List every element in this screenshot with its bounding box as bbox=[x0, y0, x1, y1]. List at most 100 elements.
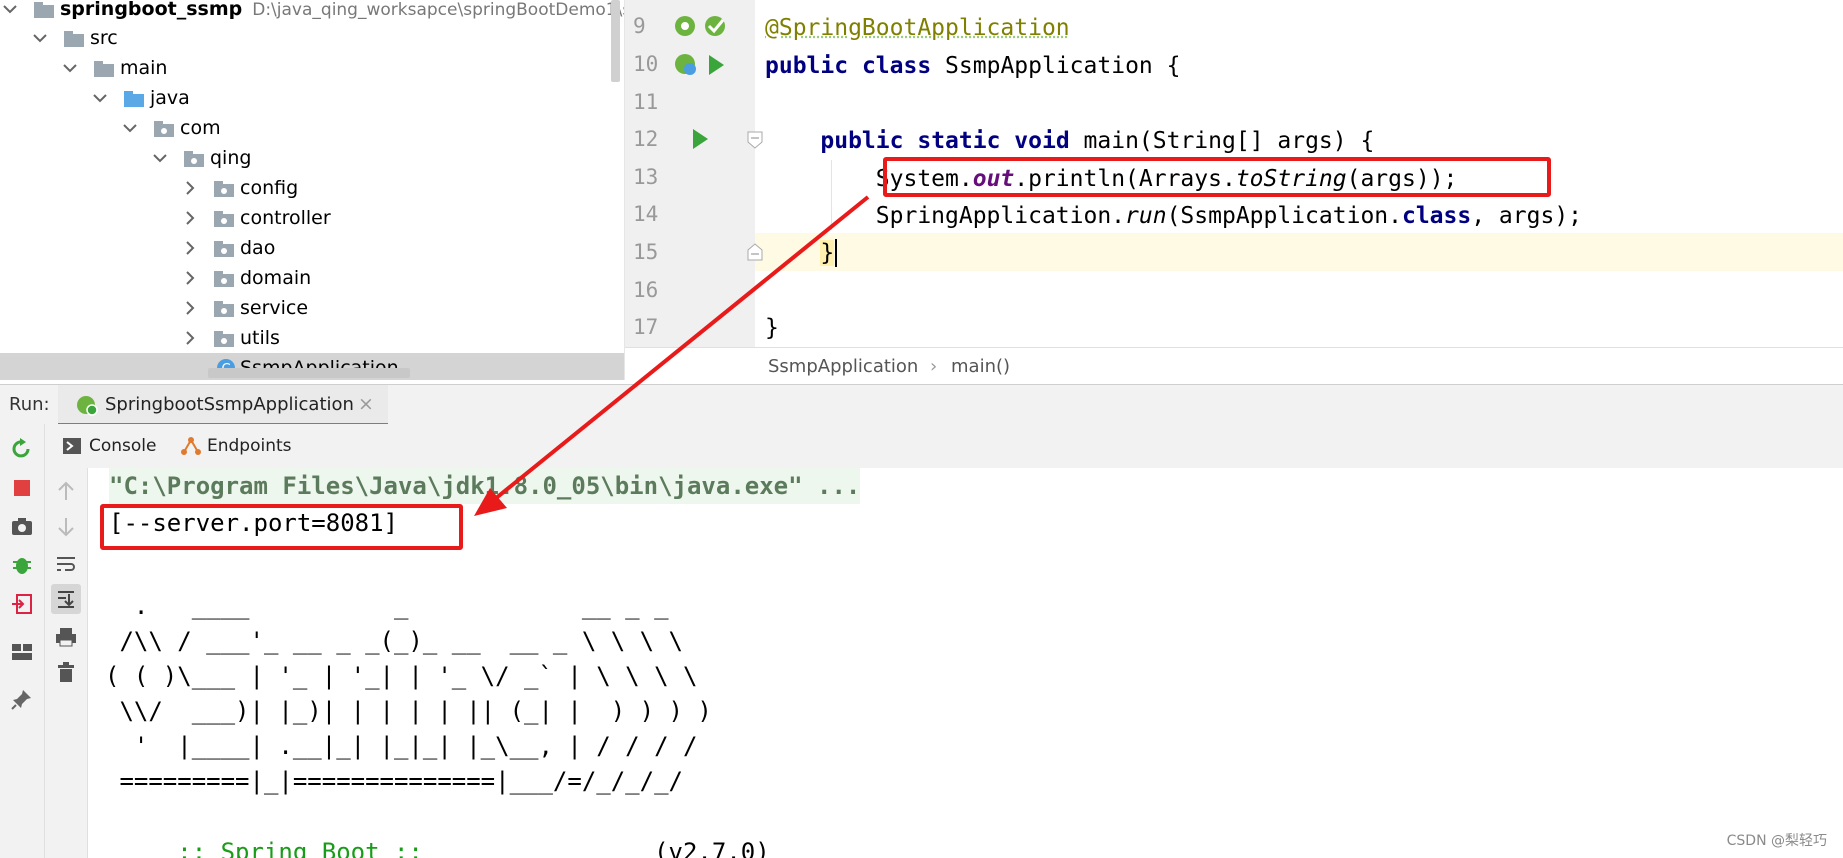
text-caret bbox=[835, 238, 838, 267]
console-icon bbox=[63, 438, 81, 459]
tab-endpoints[interactable]: Endpoints bbox=[180, 430, 300, 464]
breadcrumb: SsmpApplication › main() bbox=[625, 347, 1843, 384]
line-number: 14 bbox=[633, 202, 659, 226]
tree-item-label: dao bbox=[240, 237, 276, 259]
code-text: , args); bbox=[1471, 202, 1583, 229]
tree-item-label: qing bbox=[210, 147, 252, 169]
tree-item-java[interactable]: java bbox=[0, 83, 624, 113]
project-tree-panel: springboot_ssmp D:\java_qing_worksapce\sp… bbox=[0, 0, 625, 380]
print-icon[interactable] bbox=[55, 626, 77, 648]
debug-bug-icon[interactable] bbox=[11, 554, 33, 576]
rerun-icon[interactable] bbox=[11, 438, 33, 460]
arrow-up-icon[interactable] bbox=[55, 480, 77, 502]
tree-item-src[interactable]: src bbox=[0, 23, 624, 53]
tab-console[interactable]: Console bbox=[63, 430, 169, 464]
package-icon bbox=[214, 270, 234, 287]
keyword: public bbox=[820, 127, 904, 154]
code-line-15: } bbox=[765, 234, 838, 271]
code-text: SsmpApplication { bbox=[931, 52, 1181, 79]
trash-icon[interactable] bbox=[55, 661, 77, 683]
tree-item-qing[interactable]: qing bbox=[0, 143, 624, 173]
chevron-down-icon[interactable] bbox=[62, 60, 78, 76]
chevron-down-icon[interactable] bbox=[32, 30, 48, 46]
run-left-toolbar bbox=[0, 424, 45, 858]
highlight-box-args-output bbox=[100, 504, 463, 550]
console-toolbar bbox=[45, 468, 88, 858]
scroll-to-end-icon[interactable] bbox=[51, 584, 81, 614]
line-number: 11 bbox=[633, 90, 659, 114]
keyword: class bbox=[861, 52, 932, 79]
tree-item-label: src bbox=[90, 27, 118, 49]
tree-item-label: utils bbox=[240, 327, 280, 349]
project-root-name: springboot_ssmp bbox=[60, 0, 243, 20]
code-line-9: @SpringBootApplication bbox=[765, 9, 1070, 46]
camera-icon[interactable] bbox=[11, 515, 33, 537]
chevron-down-icon[interactable] bbox=[2, 1, 18, 17]
package-icon bbox=[214, 240, 234, 257]
close-icon[interactable]: × bbox=[358, 393, 374, 415]
run-icon[interactable] bbox=[691, 128, 709, 154]
pin-icon[interactable] bbox=[11, 688, 33, 710]
code-line-14: SpringApplication. run (SsmpApplication. cl… bbox=[765, 197, 1582, 234]
run-config-name: SpringbootSsmpApplication bbox=[105, 394, 354, 415]
run-subtabs: Console Endpoints bbox=[45, 424, 1843, 469]
line-number: 15 bbox=[633, 240, 659, 264]
code-line-17: } bbox=[765, 309, 779, 346]
chevron-right-icon[interactable] bbox=[182, 330, 198, 346]
code-text: } bbox=[820, 239, 835, 266]
tree-row-root[interactable]: springboot_ssmp D:\java_qing_worksapce\sp… bbox=[0, 0, 624, 24]
stop-icon[interactable] bbox=[11, 477, 33, 499]
indent-guide bbox=[831, 160, 832, 230]
tree-item-config[interactable]: config bbox=[0, 173, 624, 203]
tree-horizontal-scrollbar[interactable] bbox=[208, 368, 410, 378]
tree-item-utils[interactable]: utils bbox=[0, 323, 624, 353]
run-icon[interactable] bbox=[707, 54, 725, 80]
layout-icon[interactable] bbox=[11, 641, 33, 663]
current-line-highlight bbox=[755, 233, 1843, 271]
static-method: run bbox=[1125, 202, 1167, 229]
tree-item-domain[interactable]: domain bbox=[0, 263, 624, 293]
tree-item-label: java bbox=[150, 87, 190, 109]
soft-wrap-icon[interactable] bbox=[55, 553, 77, 575]
breadcrumb-item[interactable]: SsmpApplication bbox=[768, 356, 918, 377]
login-icon[interactable] bbox=[11, 593, 33, 615]
chevron-right-icon[interactable] bbox=[182, 300, 198, 316]
tree-item-com[interactable]: com bbox=[0, 113, 624, 143]
chevron-right-icon[interactable] bbox=[182, 240, 198, 256]
tab-label: Console bbox=[89, 436, 157, 456]
fold-icon[interactable] bbox=[747, 243, 763, 265]
console-command-line: "C:\Program Files\Java\jdk1.8.0_05\bin\j… bbox=[109, 468, 861, 504]
project-root-path: D:\java_qing_worksapce\springBootDemo1\s… bbox=[252, 0, 625, 20]
module-folder-icon bbox=[34, 1, 54, 18]
fold-icon[interactable] bbox=[747, 131, 763, 153]
chevron-down-icon[interactable] bbox=[122, 120, 138, 136]
run-config-tab[interactable]: SpringbootSsmpApplication × bbox=[58, 385, 388, 426]
tree-item-dao[interactable]: dao bbox=[0, 233, 624, 263]
code-text: (SsmpApplication. bbox=[1166, 202, 1402, 229]
keyword: static bbox=[917, 127, 1001, 154]
tree-vertical-scrollbar[interactable] bbox=[611, 0, 620, 82]
chevron-right-icon[interactable] bbox=[182, 180, 198, 196]
spring-boot-icon[interactable] bbox=[673, 52, 699, 82]
spring-boot-version-line: :: Spring Boot :: (v2.7.0) bbox=[105, 798, 769, 858]
arrow-down-icon[interactable] bbox=[55, 516, 77, 538]
tree-item-main[interactable]: main bbox=[0, 53, 624, 83]
folder-icon bbox=[94, 60, 114, 77]
code-line-12: public static void main(String[] args) { bbox=[765, 122, 1374, 159]
highlight-box-println bbox=[883, 157, 1551, 197]
tree-item-label: com bbox=[180, 117, 221, 139]
code-line-10: public class SsmpApplication { bbox=[765, 47, 1180, 84]
chevron-down-icon[interactable] bbox=[92, 90, 108, 106]
tree-item-controller[interactable]: controller bbox=[0, 203, 624, 233]
breadcrumb-item[interactable]: main() bbox=[951, 356, 1010, 377]
package-icon bbox=[154, 120, 174, 137]
watermark: CSDN @梨轻巧 bbox=[1726, 833, 1827, 849]
chevron-right-icon[interactable] bbox=[182, 270, 198, 286]
spring-bean-icon[interactable] bbox=[673, 14, 697, 42]
chevron-down-icon[interactable] bbox=[152, 150, 168, 166]
chevron-right-icon[interactable] bbox=[182, 210, 198, 226]
spring-config-icon[interactable] bbox=[703, 12, 729, 42]
tree-item-service[interactable]: service bbox=[0, 293, 624, 323]
